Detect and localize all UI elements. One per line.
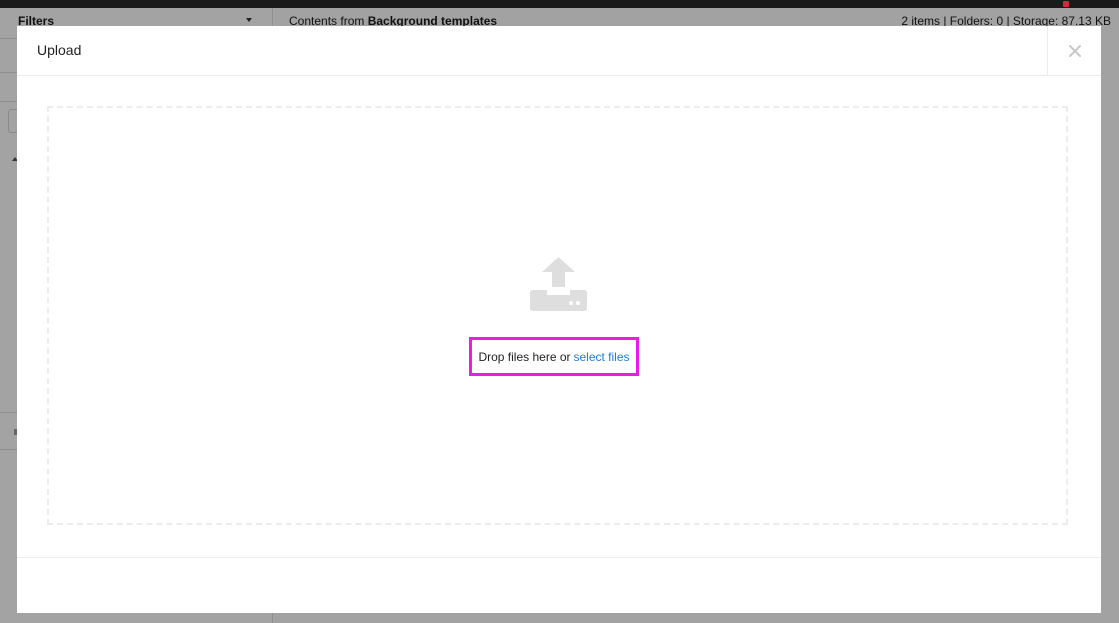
close-icon (1068, 44, 1081, 57)
modal-footer (17, 557, 1101, 614)
top-bar (0, 0, 1119, 8)
notification-dot (1063, 1, 1069, 7)
file-dropzone[interactable] (47, 106, 1068, 525)
modal-header: Upload (17, 26, 1101, 76)
dropzone-text: Drop files here or (478, 349, 571, 364)
dropzone-instructions: Drop files here or select files (469, 337, 639, 376)
chevron-down-icon (246, 18, 252, 22)
close-button[interactable] (1047, 26, 1101, 75)
upload-icon (530, 257, 587, 311)
upload-modal: Upload Drop files here or select files (17, 26, 1101, 613)
select-files-link[interactable]: select files (574, 350, 630, 364)
modal-title: Upload (37, 42, 82, 58)
